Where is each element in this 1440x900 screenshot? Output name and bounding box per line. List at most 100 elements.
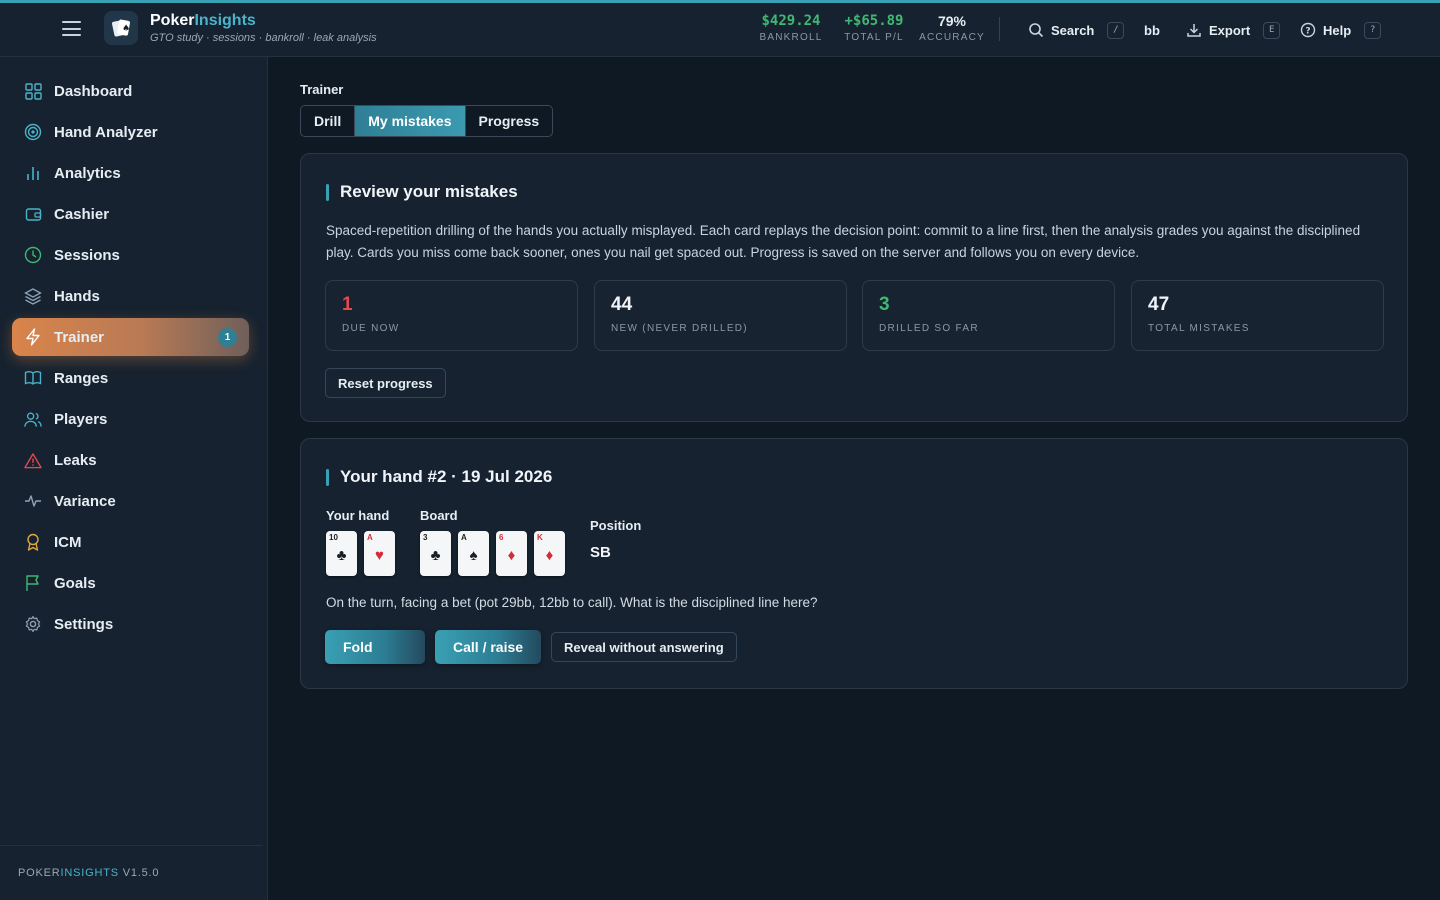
- stat-label: BANKROLL: [759, 32, 823, 43]
- unit-toggle[interactable]: bb: [1144, 19, 1160, 41]
- tab-drill[interactable]: Drill: [301, 106, 354, 136]
- board-card: 6 ♦: [496, 531, 527, 576]
- download-icon: [1187, 24, 1201, 37]
- sidebar-item-label: Variance: [54, 492, 116, 510]
- sidebar-item-label: Ranges: [54, 369, 109, 387]
- app-version: POKERINSIGHTS V1.5.0: [18, 867, 160, 879]
- sidebar-item-sessions[interactable]: Sessions: [12, 236, 249, 274]
- metric-label: TOTAL MISTAKES: [1148, 323, 1250, 334]
- brand: PokerInsights GTO study · sessions · ban…: [150, 12, 377, 44]
- help-icon: ?: [1300, 22, 1316, 38]
- stat-value: $429.24: [761, 13, 821, 29]
- warning-icon: [24, 451, 42, 469]
- metric-label: DRILLED SO FAR: [879, 323, 979, 334]
- sidebar-item-leaks[interactable]: Leaks: [12, 441, 249, 479]
- title-accent-bar: [326, 183, 329, 201]
- svg-text:♠: ♠: [122, 24, 130, 34]
- stat-label: ACCURACY: [919, 32, 985, 43]
- board-label: Board: [420, 508, 458, 523]
- position-value: SB: [590, 544, 611, 561]
- metric-value: 1: [342, 294, 353, 315]
- sidebar-item-label: Hands: [54, 287, 100, 305]
- reset-progress-button[interactable]: Reset progress: [325, 368, 446, 398]
- sidebar-item-analytics[interactable]: Analytics: [12, 154, 249, 192]
- sidebar-item-label: Cashier: [54, 205, 110, 223]
- metric-drilled: 3 DRILLED SO FAR: [862, 280, 1115, 351]
- export-label: Export: [1209, 22, 1251, 38]
- metric-value: 47: [1148, 294, 1170, 315]
- trainer-tabs: Drill My mistakes Progress: [300, 105, 554, 137]
- call-raise-button[interactable]: Call / raise: [435, 630, 542, 664]
- book-icon: [24, 369, 42, 387]
- sidebar-item-goals[interactable]: Goals: [12, 564, 249, 602]
- sidebar-item-players[interactable]: Players: [12, 400, 249, 438]
- stat-value: 79%: [937, 13, 967, 29]
- stat-bankroll: $429.24 BANKROLL: [758, 13, 824, 43]
- sidebar-item-hand-analyzer[interactable]: Hand Analyzer: [12, 113, 249, 151]
- board-card: A ♠: [458, 531, 489, 576]
- metric-label: DUE NOW: [342, 323, 400, 334]
- search-shortcut: /: [1107, 21, 1125, 39]
- your-hand-label: Your hand: [326, 508, 390, 523]
- export-shortcut: E: [1263, 21, 1281, 39]
- sidebar-item-hands[interactable]: Hands: [12, 277, 249, 315]
- tab-my-mistakes[interactable]: My mistakes: [354, 106, 465, 136]
- sidebar-item-cashier[interactable]: Cashier: [12, 195, 249, 233]
- sidebar-item-settings[interactable]: Settings: [12, 605, 249, 643]
- metric-new: 44 NEW (NEVER DRILLED): [594, 280, 847, 351]
- sidebar-item-label: Trainer: [54, 328, 105, 346]
- trainer-due-badge: 1: [218, 328, 237, 347]
- sidebar-item-dashboard[interactable]: Dashboard: [12, 72, 249, 110]
- search-icon: [1029, 23, 1044, 38]
- position-label: Position: [590, 518, 642, 533]
- sidebar-item-icm[interactable]: ICM: [12, 523, 249, 561]
- page-title: Trainer: [300, 82, 344, 97]
- grid-icon: [24, 82, 42, 100]
- bar-chart-icon: [24, 164, 42, 182]
- hand-title: Your hand #2 · 19 Jul 2026: [340, 467, 553, 486]
- svg-text:?: ?: [1305, 27, 1310, 37]
- export-button[interactable]: Export E: [1186, 19, 1281, 41]
- help-button[interactable]: ? Help ?: [1300, 19, 1382, 41]
- sidebar-item-label: ICM: [54, 533, 82, 551]
- bolt-icon: [24, 328, 42, 346]
- panel-title: Review your mistakes: [326, 182, 518, 202]
- sidebar-item-label: Sessions: [54, 246, 120, 264]
- metric-total-mistakes: 47 TOTAL MISTAKES: [1131, 280, 1384, 351]
- hole-card: 10 ♣: [326, 531, 357, 576]
- sidebar-item-label: Dashboard: [54, 82, 133, 100]
- sidebar-item-variance[interactable]: Variance: [12, 482, 249, 520]
- sidebar-item-label: Leaks: [54, 451, 97, 469]
- clock-icon: [24, 246, 42, 264]
- search-button[interactable]: Search /: [1028, 19, 1125, 41]
- sidebar-item-ranges[interactable]: Ranges: [12, 359, 249, 397]
- sidebar-item-label: Goals: [54, 574, 96, 592]
- sidebar-item-label: Analytics: [54, 164, 121, 182]
- fold-button[interactable]: Fold: [325, 630, 425, 664]
- panel-title-text: Review your mistakes: [340, 182, 518, 201]
- menu-icon[interactable]: [62, 21, 81, 36]
- review-description: Spaced-repetition drilling of the hands …: [326, 223, 1361, 260]
- pulse-icon: [24, 492, 42, 510]
- search-label: Search: [1051, 22, 1095, 38]
- brand-tagline: GTO study · sessions · bankroll · leak a…: [150, 32, 377, 44]
- metric-value: 44: [611, 294, 633, 315]
- reveal-button[interactable]: Reveal without answering: [551, 632, 737, 662]
- top-bar: ♠ PokerInsights GTO study · sessions · b…: [0, 0, 1440, 57]
- layers-icon: [24, 287, 42, 305]
- toolbar-divider: [999, 17, 1000, 41]
- sidebar-item-trainer[interactable]: Trainer 1: [12, 318, 249, 356]
- wallet-icon: [24, 205, 42, 223]
- stat-label: TOTAL P/L: [844, 32, 904, 43]
- metric-label: NEW (NEVER DRILLED): [611, 323, 748, 334]
- sidebar-item-label: Hand Analyzer: [54, 123, 158, 141]
- metric-value: 3: [879, 294, 890, 315]
- board-card: K ♦: [534, 531, 565, 576]
- tab-progress[interactable]: Progress: [464, 106, 553, 136]
- target-icon: [24, 123, 42, 141]
- sidebar-footer-divider: [0, 845, 262, 846]
- logo: ♠: [104, 11, 138, 45]
- metric-due-now: 1 DUE NOW: [325, 280, 578, 351]
- help-label: Help: [1323, 22, 1352, 38]
- award-icon: [24, 533, 42, 551]
